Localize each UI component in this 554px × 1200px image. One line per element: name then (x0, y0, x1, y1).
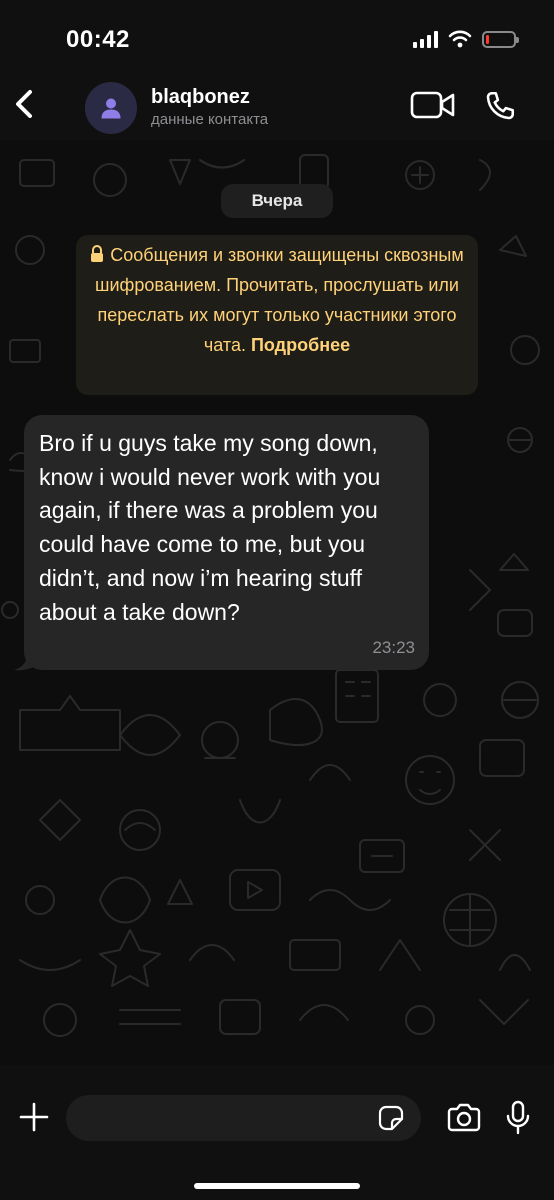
message-timestamp: 23:23 (372, 638, 415, 657)
cellular-signal-icon (413, 30, 438, 48)
home-indicator (194, 1183, 360, 1189)
back-chevron-icon[interactable] (10, 84, 40, 124)
avatar[interactable] (85, 82, 137, 134)
chat-area[interactable]: Вчера Сообщения и звонки защищены сквозн… (0, 140, 554, 1065)
message-text: Bro if u guys take my song down, know i … (39, 430, 381, 625)
plus-icon[interactable] (18, 1101, 50, 1133)
date-separator: Вчера (221, 184, 333, 218)
lock-icon (91, 245, 104, 262)
chat-header: blaqbonez данные контакта (0, 70, 554, 140)
status-time: 00:42 (66, 26, 130, 53)
status-icons (413, 30, 519, 48)
contact-info-link[interactable]: данные контакта (151, 111, 268, 128)
message-input[interactable] (66, 1095, 421, 1141)
battery-level (486, 34, 489, 44)
learn-more-link[interactable]: Подробнее (251, 335, 350, 355)
message-bubble[interactable]: Bro if u guys take my song down, know i … (24, 415, 429, 670)
microphone-icon[interactable] (506, 1100, 530, 1136)
contact-name[interactable]: blaqbonez (151, 86, 250, 109)
video-camera-icon[interactable] (410, 90, 456, 120)
input-bar (0, 1065, 554, 1200)
encryption-notice[interactable]: Сообщения и звонки защищены сквозным шиф… (76, 235, 478, 395)
battery-icon (482, 30, 519, 48)
phone-icon[interactable] (482, 88, 518, 124)
person-icon (101, 98, 121, 119)
status-bar: 00:42 (0, 0, 554, 70)
camera-icon[interactable] (446, 1103, 482, 1133)
wifi-icon (448, 30, 472, 48)
sticker-icon[interactable] (378, 1105, 404, 1131)
